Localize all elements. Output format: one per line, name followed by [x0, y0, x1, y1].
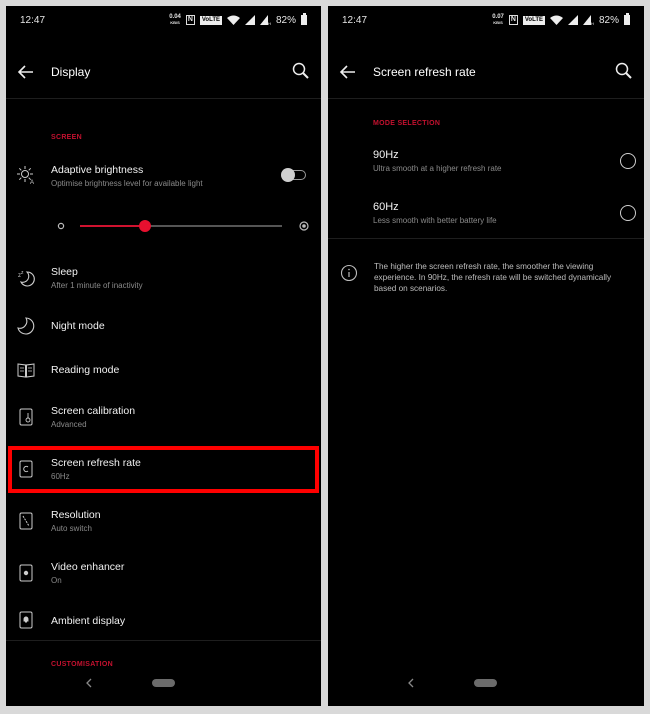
- navigation-bar: [328, 666, 644, 706]
- network-speed: 0.07 KB/S: [492, 14, 504, 26]
- divider: [6, 640, 321, 641]
- signal-icon: [244, 15, 255, 25]
- option-90hz-sub: Ultra smooth at a higher refresh rate: [373, 164, 502, 173]
- status-time: 12:47: [20, 15, 46, 26]
- option-60hz[interactable]: 60Hz Less smooth with better battery lif…: [328, 196, 644, 236]
- section-header-screen: SCREEN: [51, 134, 82, 141]
- ambient-display-item[interactable]: Ambient display: [6, 608, 321, 638]
- signal-2-icon: H: [259, 15, 271, 25]
- screen-calibration-icon: [19, 408, 33, 426]
- divider: [328, 238, 644, 239]
- page-title: Screen refresh rate: [373, 65, 476, 79]
- resolution-icon: [19, 512, 33, 530]
- video-enhancer-icon: [19, 564, 33, 582]
- sleep-sub: After 1 minute of inactivity: [51, 281, 143, 290]
- reading-mode-item[interactable]: Reading mode: [6, 358, 321, 388]
- svg-text:A: A: [30, 180, 34, 185]
- signal-icon: [567, 15, 578, 25]
- section-header-mode-selection: MODE SELECTION: [373, 120, 441, 127]
- network-speed-unit: KB/S: [493, 20, 503, 25]
- status-bar: 12:47 0.07 KB/S N VoLTE H 82%: [328, 6, 644, 36]
- night-mode-item[interactable]: Night mode: [6, 314, 321, 344]
- svg-text:H: H: [591, 21, 594, 25]
- option-90hz-label: 90Hz: [373, 149, 399, 161]
- highlight-box: [8, 446, 319, 493]
- refresh-rate-screen: 12:47 0.07 KB/S N VoLTE H 82% Screen refr…: [328, 6, 644, 706]
- book-icon: [17, 363, 35, 378]
- display-settings-screen: 12:47 0.04 KB/S N VoLTE H 82% Display SCR…: [6, 6, 321, 706]
- nav-back-icon[interactable]: [84, 676, 94, 690]
- resolution-item[interactable]: Resolution Auto switch: [6, 507, 321, 547]
- wifi-icon: [549, 15, 563, 25]
- brightness-auto-icon: A: [17, 166, 34, 185]
- app-bar: Screen refresh rate: [328, 56, 644, 88]
- network-speed: 0.04 KB/S: [169, 14, 181, 26]
- resolution-sub: Auto switch: [51, 524, 92, 533]
- resolution-label: Resolution: [51, 509, 101, 521]
- screen-calibration-sub: Advanced: [51, 420, 87, 429]
- sleep-label: Sleep: [51, 266, 78, 278]
- status-bar: 12:47 0.04 KB/S N VoLTE H 82%: [6, 6, 321, 36]
- adaptive-brightness-sub: Optimise brightness level for available …: [51, 179, 203, 188]
- volte-icon: VoLTE: [522, 15, 545, 25]
- nav-back-icon[interactable]: [406, 676, 416, 690]
- search-icon[interactable]: [291, 61, 311, 81]
- nfc-icon: N: [508, 15, 518, 25]
- toggle-thumb: [281, 168, 295, 182]
- screen-calibration-label: Screen calibration: [51, 405, 136, 417]
- svg-text:H: H: [268, 21, 271, 25]
- nfc-icon: N: [185, 15, 195, 25]
- info-text: The higher the screen refresh rate, the …: [374, 262, 612, 293]
- sleep-item[interactable]: zz Sleep After 1 minute of inactivity: [6, 264, 321, 304]
- adaptive-brightness-toggle[interactable]: [281, 168, 307, 182]
- ambient-display-icon: [19, 611, 33, 629]
- video-enhancer-item[interactable]: Video enhancer On: [6, 559, 321, 599]
- signal-2-icon: H: [582, 15, 594, 25]
- wifi-icon: [226, 15, 240, 25]
- slider-thumb[interactable]: [138, 220, 151, 232]
- nav-home-pill[interactable]: [152, 679, 175, 687]
- sleep-icon: zz: [18, 270, 35, 287]
- battery-percent: 82%: [275, 14, 296, 26]
- video-enhancer-label: Video enhancer: [51, 561, 125, 573]
- battery-icon: [301, 13, 307, 25]
- ambient-display-label: Ambient display: [51, 615, 126, 627]
- nav-home-pill[interactable]: [474, 679, 497, 687]
- slider-fill: [80, 225, 145, 227]
- option-90hz[interactable]: 90Hz Ultra smooth at a higher refresh ra…: [328, 144, 644, 184]
- brightness-low-icon: [57, 222, 65, 230]
- brightness-high-icon: [299, 221, 309, 231]
- divider: [328, 98, 644, 99]
- radio-90hz[interactable]: [620, 153, 636, 169]
- option-60hz-label: 60Hz: [373, 201, 399, 213]
- brightness-slider[interactable]: [6, 216, 321, 236]
- reading-mode-label: Reading mode: [51, 364, 120, 376]
- night-mode-label: Night mode: [51, 320, 105, 332]
- adaptive-brightness-label: Adaptive brightness: [51, 164, 144, 176]
- moon-icon: [17, 317, 35, 335]
- search-icon[interactable]: [614, 61, 634, 81]
- adaptive-brightness-item[interactable]: A Adaptive brightness Optimise brightnes…: [6, 161, 321, 201]
- app-bar: Display: [6, 56, 321, 88]
- volte-icon: VoLTE: [199, 15, 222, 25]
- network-speed-unit: KB/S: [170, 20, 180, 25]
- radio-60hz[interactable]: [620, 205, 636, 221]
- navigation-bar: [6, 666, 321, 706]
- info-icon: [340, 264, 358, 282]
- video-enhancer-sub: On: [51, 576, 62, 585]
- back-arrow-icon[interactable]: [338, 62, 358, 82]
- back-arrow-icon[interactable]: [16, 62, 36, 82]
- option-60hz-sub: Less smooth with better battery life: [373, 216, 497, 225]
- screen-calibration-item[interactable]: Screen calibration Advanced: [6, 403, 321, 443]
- battery-percent: 82%: [598, 14, 619, 26]
- battery-icon: [624, 13, 630, 25]
- page-title: Display: [51, 65, 91, 79]
- slider-track[interactable]: [80, 220, 282, 232]
- status-time: 12:47: [342, 15, 368, 26]
- svg-text:z: z: [21, 270, 24, 276]
- divider: [6, 98, 321, 99]
